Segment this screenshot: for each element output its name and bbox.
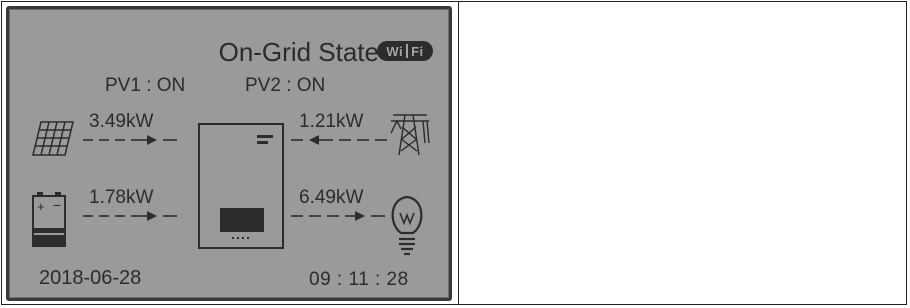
battery-flow-arrow [83,211,177,221]
time-readout: 09 : 11 : 28 [309,269,409,290]
pv-flow-arrow [83,135,177,145]
power-tower-icon [390,114,430,156]
date-readout: 2018-06-28 [39,267,142,289]
inverter-icon [198,123,284,249]
table-frame: On-Grid State Wi Fi PV1 : ON PV2 : ON 3.… [1,1,907,305]
lcd-screen: On-Grid State Wi Fi PV1 : ON PV2 : ON 3.… [6,6,452,301]
grid-flow-arrow [291,135,387,145]
battery-icon: + − [32,192,66,247]
solar-panel-icon [32,121,74,156]
load-flow-arrow [291,211,385,221]
svg-text:+: + [37,199,45,214]
light-bulb-icon [391,195,423,256]
table-cell-divider [458,2,459,304]
svg-text:−: − [53,197,61,213]
energy-flow-graphics: + − [32,114,430,256]
